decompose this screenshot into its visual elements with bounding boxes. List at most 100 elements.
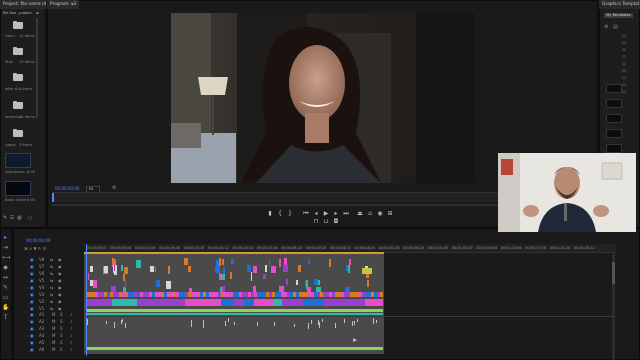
video-clip[interactable] [193,299,212,306]
video-track-header[interactable]: ▣ V2 ⇆ ◉ [26,298,84,305]
audio-clip[interactable] [86,309,383,312]
video-clip[interactable] [183,258,188,265]
video-clip[interactable] [307,258,310,264]
audio-clip[interactable] [321,318,323,323]
mic-icon[interactable]: ♪ [70,318,73,325]
lock-icon[interactable]: ▣ [30,263,34,270]
icon-view-icon[interactable]: ▦ [17,216,22,221]
video-clip[interactable] [380,292,383,297]
video-clip[interactable] [123,273,125,281]
folder-icon[interactable]: ▤ [613,25,618,30]
eye-icon[interactable]: ◉ [58,291,62,298]
video-clip[interactable] [231,258,235,264]
video-clip[interactable] [154,266,157,273]
video-clip[interactable] [123,266,128,274]
pen-tool-icon[interactable]: ✎ [2,284,9,291]
video-clip[interactable] [328,258,332,268]
graphics-templates-tab[interactable]: Graphics Templat [599,0,640,9]
new-item-icon[interactable]: ⊕ [604,25,608,30]
mic-icon[interactable]: ♪ [70,332,73,339]
video-clip[interactable] [104,265,108,274]
audio-clip[interactable] [376,319,378,323]
video-clip[interactable] [347,265,350,273]
video-clip[interactable] [155,279,161,287]
audio-clip[interactable] [343,319,345,323]
mark-in-icon[interactable]: ▮ [266,210,274,218]
video-clip[interactable] [218,272,221,281]
video-clip[interactable] [222,266,225,275]
eye-icon[interactable]: ◉ [58,277,62,284]
bin-folder-icon[interactable] [13,100,23,109]
lift-icon[interactable]: ⏏ [356,210,364,218]
eye-icon[interactable]: ◉ [58,256,62,263]
audio-clip[interactable] [317,319,319,325]
hand-tool-icon[interactable]: ✋ [2,304,9,311]
list-view-icon[interactable]: ☰ [10,216,14,221]
eye-icon[interactable]: ◉ [58,270,62,277]
video-clip[interactable] [184,299,194,306]
audio-clip[interactable] [256,321,258,327]
solo-icon[interactable]: S [60,346,63,353]
ripple-edit-icon[interactable]: ⟷ [2,254,11,261]
audio-clip[interactable] [233,321,235,326]
video-clip[interactable] [86,299,112,306]
audio-track-header[interactable]: ▣ A3 M S ♪ [26,325,84,332]
extract-icon[interactable]: ⌂ [366,210,374,218]
video-clip[interactable] [158,299,185,306]
lock-icon[interactable]: ▣ [30,339,34,346]
video-track-header[interactable]: ▣ V4 ⇆ ◉ [26,284,84,291]
video-clip[interactable] [285,279,288,285]
slip-tool-icon[interactable]: ↔ [2,274,9,281]
settings-wrench-icon[interactable]: ⚙ [112,186,116,191]
lock-icon[interactable]: ▣ [30,277,34,284]
video-clip[interactable] [278,258,281,267]
program-timecode[interactable]: 00;00;00;00 [55,186,79,191]
mute-icon[interactable]: M [52,318,55,325]
video-clip[interactable] [343,299,365,306]
sync-lock-icon[interactable]: ⇆ [50,256,53,263]
lock-icon[interactable]: ▣ [30,298,34,305]
audio-clip[interactable] [86,313,383,315]
type-tool-icon[interactable]: T [2,314,9,321]
video-clip[interactable] [262,273,267,280]
video-clip[interactable] [211,299,222,306]
mute-icon[interactable]: M [52,311,55,318]
video-clip[interactable] [188,266,191,273]
step-back-icon[interactable]: ◂ [312,210,320,218]
bin-folder-icon[interactable] [13,128,23,137]
video-clip[interactable] [250,272,252,282]
video-clip[interactable] [292,299,303,306]
mic-icon[interactable]: ♪ [70,339,73,346]
audio-track-header[interactable]: ▣ A1 M S ♪ [26,311,84,318]
lock-icon[interactable]: ▣ [30,325,34,332]
audio-clip[interactable] [87,319,88,326]
solo-icon[interactable]: S [60,332,63,339]
video-clip[interactable] [150,266,155,273]
lock-icon[interactable]: ▣ [30,270,34,277]
video-clip[interactable] [246,265,251,272]
eye-icon[interactable]: ◉ [58,298,62,305]
lock-icon[interactable]: ▣ [30,311,34,318]
video-clip[interactable] [120,265,124,272]
export-frame-icon[interactable]: ◉ [376,210,384,218]
video-clip[interactable] [244,299,255,306]
video-clip[interactable] [90,266,93,272]
razor-tool-icon[interactable]: ◆ [2,264,9,271]
video-clip[interactable] [284,258,288,265]
rectangle-tool-icon[interactable]: ▭ [2,294,9,301]
audio-clip[interactable] [191,320,193,326]
video-clip[interactable] [270,265,276,273]
solo-icon[interactable]: S [60,318,63,325]
audio-track-header[interactable]: ▣ A2 M S ♪ [26,318,84,325]
go-to-out-icon[interactable]: ⏭ [342,210,350,218]
timeline-tool-icons[interactable]: ⌘ ∩ ▼ ✎ ☰ [24,246,80,252]
audio-clip[interactable] [122,318,124,323]
sync-lock-icon[interactable]: ⇆ [50,298,53,305]
video-clip[interactable] [92,279,97,288]
video-clip[interactable] [230,272,233,279]
timeline-playhead[interactable] [86,244,87,356]
video-clip[interactable] [253,266,257,274]
audio-clip[interactable] [203,319,205,325]
lock-icon[interactable]: ▣ [30,256,34,263]
audio-track-header[interactable]: ▣ A6 M S ♪ [26,346,84,353]
